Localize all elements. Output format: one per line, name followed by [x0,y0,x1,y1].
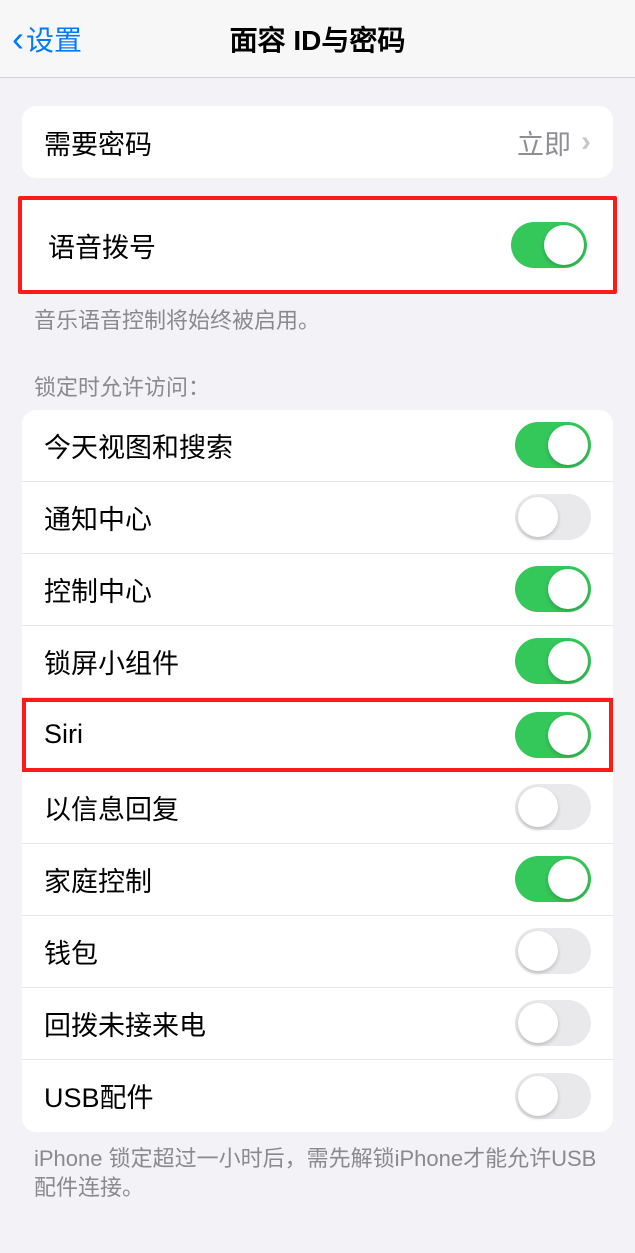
reply-with-message-toggle[interactable] [515,784,591,830]
home-control-row[interactable]: 家庭控制 [22,844,613,916]
reply-with-message-label: 以信息回复 [44,788,179,827]
locked-access-group: 今天视图和搜索 通知中心 控制中心 锁屏小组件 Siri 以信息回复 家庭控制 [22,410,613,1132]
home-control-toggle[interactable] [515,856,591,902]
siri-toggle[interactable] [515,712,591,758]
wallet-label: 钱包 [44,932,98,971]
reply-with-message-row[interactable]: 以信息回复 [22,772,613,844]
back-label: 设置 [26,19,82,59]
chevron-right-icon: › [581,125,591,159]
return-missed-calls-label: 回拨未接来电 [44,1004,206,1043]
lock-screen-widgets-row[interactable]: 锁屏小组件 [22,626,613,698]
voice-dial-row[interactable]: 语音拨号 [22,200,613,290]
lock-screen-widgets-label: 锁屏小组件 [44,642,179,681]
navigation-bar: ‹ 设置 面容 ID与密码 [0,0,635,78]
locked-access-header: 锁定时允许访问： [0,336,635,410]
require-passcode-row[interactable]: 需要密码 立即 › [22,106,613,178]
control-center-label: 控制中心 [44,570,152,609]
voice-dial-highlight: 语音拨号 [18,196,617,294]
wallet-toggle[interactable] [515,928,591,974]
usb-accessories-toggle[interactable] [515,1073,591,1119]
wallet-row[interactable]: 钱包 [22,916,613,988]
page-title: 面容 ID与密码 [230,19,406,59]
today-view-toggle[interactable] [515,422,591,468]
siri-label: Siri [44,719,83,750]
return-missed-calls-row[interactable]: 回拨未接来电 [22,988,613,1060]
control-center-row[interactable]: 控制中心 [22,554,613,626]
usb-footer: iPhone 锁定超过一小时后，需先解锁iPhone才能允许USB 配件连接。 [0,1132,635,1203]
control-center-toggle[interactable] [515,566,591,612]
today-view-row[interactable]: 今天视图和搜索 [22,410,613,482]
voice-dial-label: 语音拨号 [48,226,156,265]
require-passcode-label: 需要密码 [44,123,152,162]
siri-row[interactable]: Siri [22,698,613,772]
today-view-label: 今天视图和搜索 [44,426,233,465]
back-button[interactable]: ‹ 设置 [0,19,82,59]
home-control-label: 家庭控制 [44,860,152,899]
usb-accessories-row[interactable]: USB配件 [22,1060,613,1132]
notification-center-row[interactable]: 通知中心 [22,482,613,554]
toggle-knob [544,225,584,265]
require-passcode-value: 立即 › [517,123,591,162]
lock-screen-widgets-toggle[interactable] [515,638,591,684]
return-missed-calls-toggle[interactable] [515,1000,591,1046]
usb-accessories-label: USB配件 [44,1076,154,1115]
passcode-group: 需要密码 立即 › [22,106,613,178]
voice-dial-footer: 音乐语音控制将始终被启用。 [0,294,635,336]
voice-dial-toggle[interactable] [511,222,587,268]
notification-center-toggle[interactable] [515,494,591,540]
notification-center-label: 通知中心 [44,498,152,537]
chevron-left-icon: ‹ [12,21,24,57]
